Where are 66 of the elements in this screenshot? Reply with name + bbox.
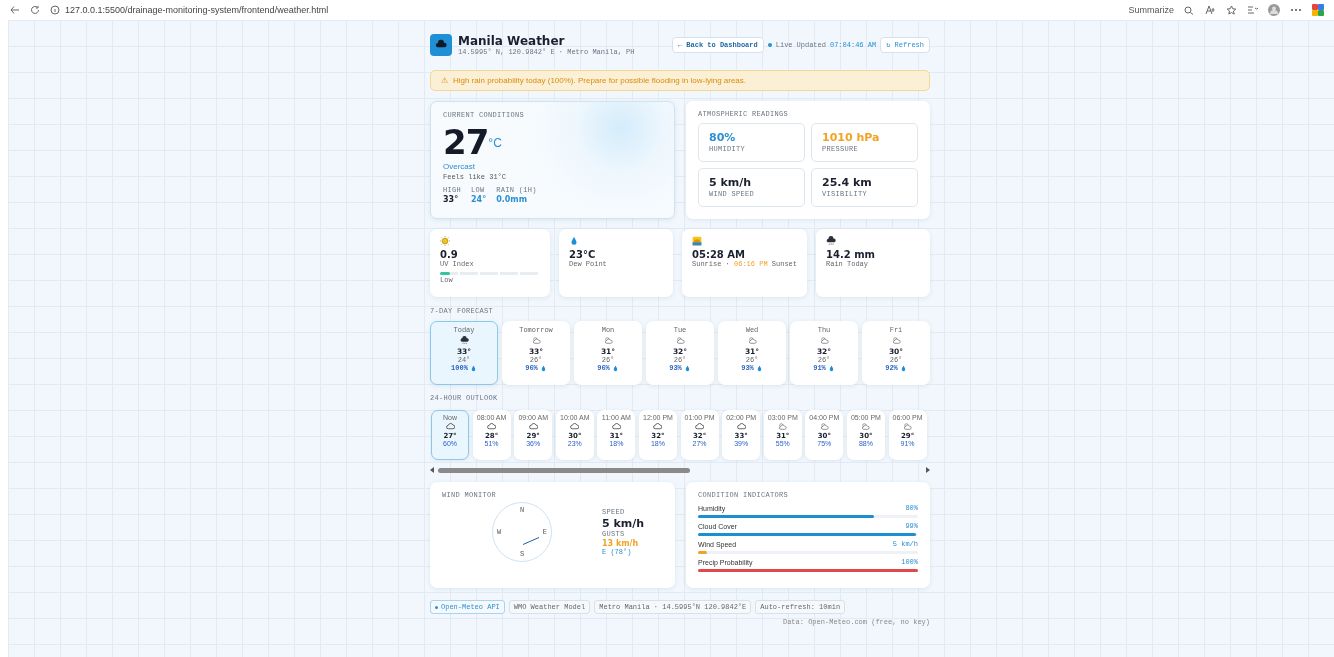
metric-value: 05:28 AM [692, 249, 746, 260]
sun-icon [440, 236, 450, 246]
partly-cloudy-icon [747, 336, 757, 345]
cloud-icon [445, 422, 455, 431]
cloud-icon [736, 422, 746, 431]
cloud-icon [653, 422, 663, 431]
read-aloud-icon [1184, 5, 1195, 15]
water-drop-icon [827, 364, 835, 372]
cloud-icon [570, 422, 580, 431]
partly-cloudy-icon [531, 336, 541, 345]
favorite-icon [1226, 5, 1237, 15]
profile-avatar-icon [1268, 4, 1280, 16]
reload-icon [30, 5, 40, 15]
summarize-button[interactable]: Summarize [1128, 5, 1174, 15]
partly-cloudy-icon [903, 422, 913, 431]
metric-value: 14.2 mm [826, 249, 876, 260]
partly-cloudy-icon [819, 336, 829, 345]
temperature-value: 27 [443, 126, 489, 158]
page-title: Manila Weather [458, 34, 566, 48]
scroll-right-icon [925, 467, 930, 473]
scroll-left-icon [430, 467, 435, 473]
back-icon [10, 5, 20, 15]
reading-value: 5 km/h [709, 175, 753, 190]
water-drop-icon [755, 364, 763, 372]
cloud-icon [487, 422, 497, 431]
stat-value: 33° [443, 195, 460, 204]
partly-cloudy-icon [778, 422, 788, 431]
favorites-list-icon [1247, 5, 1258, 15]
warning-icon: ⚠ [441, 76, 448, 85]
metric-value: 0.9 [440, 249, 459, 260]
cloud-icon [528, 422, 538, 431]
cloud-icon [611, 422, 621, 431]
partly-cloudy-icon [891, 336, 901, 345]
alert-message: High rain probability today (100%). Prepare for possible flooding in low-lying areas. [453, 76, 747, 85]
partly-cloudy-icon [861, 422, 871, 431]
info-icon [50, 5, 60, 15]
wind-speed: 5 km/h [602, 517, 645, 530]
condition-text: Overcast [443, 162, 476, 171]
sunrise-icon [692, 236, 702, 246]
water-drop-icon [899, 364, 907, 372]
water-drop-icon [569, 236, 579, 246]
reading-value: 80% [709, 130, 737, 145]
temperature-unit: °C [488, 136, 502, 150]
rain-cloud-icon [826, 236, 836, 246]
cloud-icon [695, 422, 705, 431]
rain-cloud-icon [459, 336, 469, 345]
partly-cloudy-icon [819, 422, 829, 431]
water-drop-icon [683, 364, 691, 372]
wind-needle-icon [522, 537, 540, 545]
water-drop-icon [539, 364, 547, 372]
address-bar[interactable]: 127.0.0.1:5500/drainage-monitoring-system/frontend/weather.html [65, 5, 329, 15]
live-dot [767, 43, 772, 47]
extension-icon [1312, 4, 1324, 16]
text-size-icon [1205, 5, 1216, 15]
partly-cloudy-icon [675, 336, 685, 345]
gust-speed: 13 km/h [602, 539, 640, 548]
reading-value: 25.4 km [822, 175, 873, 190]
metric-value: 23°C [569, 249, 597, 260]
reading-value: 1010 hPa [822, 130, 881, 145]
status-dot [435, 605, 438, 609]
water-drop-icon [611, 364, 619, 372]
scrollbar-thumb[interactable] [438, 467, 690, 473]
partly-cloudy-icon [603, 336, 613, 345]
stat-value: 24° [471, 195, 487, 204]
stat-value: 0.0mm [496, 195, 528, 204]
water-drop-icon [469, 364, 477, 372]
